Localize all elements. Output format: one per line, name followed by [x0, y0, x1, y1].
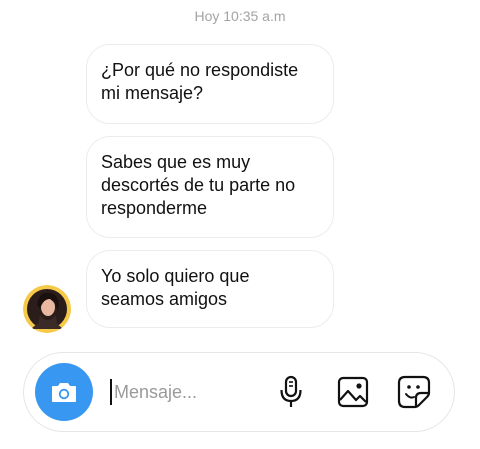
microphone-button[interactable] — [274, 375, 308, 409]
sticker-button[interactable] — [397, 375, 431, 409]
camera-icon — [52, 383, 76, 402]
sender-avatar[interactable] — [23, 285, 71, 333]
gallery-button[interactable] — [336, 375, 370, 409]
message-input[interactable] — [110, 379, 264, 405]
chat-screen: Hoy 10:35 a.m ¿Por qué no respondiste mi… — [0, 0, 480, 449]
sticker-icon — [397, 375, 431, 409]
message-line: Yo solo quiero que — [101, 266, 250, 286]
message-line: descortés de tu parte no — [101, 175, 296, 195]
message-bubble[interactable]: Sabes que es muy descortés de tu parte n… — [86, 136, 334, 238]
message-line: mi mensaje? — [101, 83, 204, 103]
chat-timestamp: Hoy 10:35 a.m — [194, 8, 286, 24]
message-line: seamos amigos — [101, 289, 228, 309]
message-line: responderme — [101, 198, 208, 218]
message-bubble[interactable]: Yo solo quiero que seamos amigos — [86, 250, 334, 328]
image-icon — [337, 376, 369, 408]
message-bubble[interactable]: ¿Por qué no respondiste mi mensaje? — [86, 44, 334, 124]
message-composer — [23, 352, 455, 432]
message-line: Sabes que es muy — [101, 152, 251, 172]
avatar-photo — [23, 285, 71, 333]
message-line: ¿Por qué no respondiste — [101, 60, 299, 80]
camera-button[interactable] — [35, 363, 93, 421]
microphone-icon — [280, 375, 302, 407]
